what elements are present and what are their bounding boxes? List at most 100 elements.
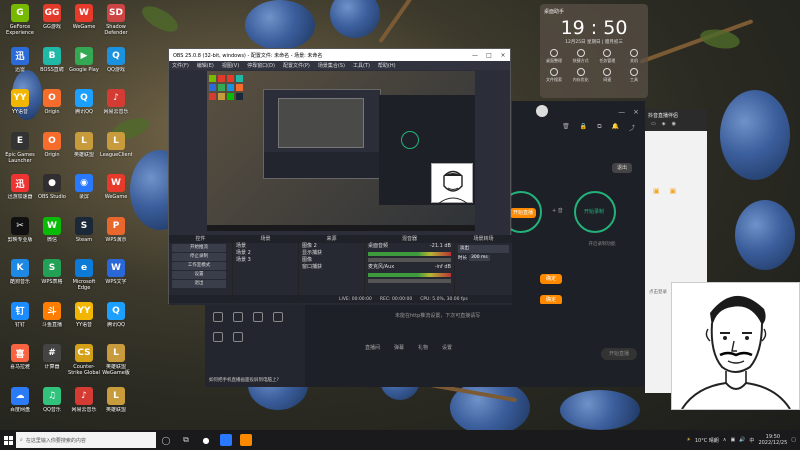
tab-icon[interactable]: ◉ [672,121,676,131]
desktop-icon[interactable]: 迅迅游加速器 [4,174,36,206]
widget-cell[interactable]: 任务管理 [597,49,617,64]
bottom-item[interactable]: 直播间 [365,344,380,351]
close-icon[interactable]: × [633,108,639,116]
desktop-icon[interactable]: ▶ Google Play [68,46,100,79]
desktop-icon[interactable]: L 英雄联盟 WeGame版 [100,344,132,376]
obs-menu-item[interactable]: 文件(F) [172,62,189,69]
lock-icon[interactable]: 🔒 [580,123,587,137]
scene-item[interactable]: 场景 3 [233,257,298,264]
desktop-icon[interactable]: ☁ 百度网盘 [4,386,36,419]
widget-cell[interactable]: 快捷方式 [571,49,591,64]
bottom-item[interactable]: 设置 [442,344,452,351]
task-view-icon[interactable]: ⧉ [176,430,196,450]
desktop-icon[interactable]: Q 腾讯QQ [100,301,132,334]
desktop-icon[interactable]: S WPS表格 [36,259,68,291]
desktop-icon[interactable]: ♫ QQ音乐 [36,386,68,419]
scene-item[interactable]: 场景 [233,243,298,250]
desktop-icon[interactable]: ♪ 网易云音乐 [68,386,100,419]
desktop-icon[interactable]: ♪ 网易云音乐 [100,89,132,121]
desktop-icon[interactable]: ✂ 剪映专业版 [4,216,36,249]
widget-cell[interactable]: 文件搜索 [544,68,564,83]
desktop-icon[interactable]: O Origin [36,131,68,164]
desktop-icon[interactable]: K 酷狗音乐 [4,259,36,291]
widget-cell[interactable]: 网速 [597,68,617,83]
desktop-icon[interactable]: YY YY语音 [4,89,36,121]
volume-slider[interactable] [368,258,451,262]
clock-widget[interactable]: 桌面助手 19 : 50 12月25日 星期日 | 腊月初三 桌面整理 快捷方式… [540,4,648,98]
obs-menu-item[interactable]: 场景集合(S) [318,62,345,69]
source-item[interactable]: 窗口捕获 [299,264,364,271]
desktop-icon[interactable]: SD Shadow Defender [100,4,132,36]
panel-icon[interactable] [253,312,263,322]
obs-menu-item[interactable]: 工具(T) [353,62,370,69]
panel-icon[interactable] [213,312,223,322]
folder-icon[interactable]: ▣ [653,187,660,195]
source-item[interactable]: 显示捕获 [299,250,364,257]
obs-preview[interactable] [207,71,475,231]
weather-icon[interactable]: ☀ [686,437,690,443]
panel-icon[interactable] [213,332,223,342]
obs-menu-item[interactable]: 视图(V) [222,62,239,69]
studio-mode-button[interactable]: 工作室模式 [172,262,226,270]
desktop-icon[interactable]: S Steam [68,216,100,249]
desktop-icon[interactable]: Q QQ游戏 [100,46,132,79]
desktop-icon[interactable]: ◉ 录屏 [68,174,100,206]
desktop-icon[interactable]: L 英雄联盟 [100,386,132,419]
panel-icon[interactable] [273,312,283,322]
desktop-icon[interactable]: B BOSS直聘 [36,46,68,79]
desktop-icon[interactable]: L LeagueClient [100,131,132,164]
settings-button[interactable]: 设置 [172,271,226,279]
obs-menu-item[interactable]: 停靠窗口(D) [247,62,275,69]
live-app-taskbar-icon[interactable] [216,430,236,450]
notification-icon[interactable]: ▢ [791,437,796,443]
panel-icon[interactable] [233,312,243,322]
trash-icon[interactable]: 🗑 [562,123,570,137]
desktop-icon[interactable]: 钉钉钉 [4,301,36,334]
desktop-icon[interactable]: W WeGame [68,4,100,36]
close-icon[interactable]: × [496,52,510,59]
desktop-icon[interactable]: P WPS演示 [100,216,132,249]
source-item[interactable]: 图像 2 [299,243,364,250]
transition-select[interactable]: 淡出 [458,245,509,253]
desktop-icon[interactable]: W WPS文字 [100,259,132,291]
widget-cell[interactable]: 工具 [624,68,644,83]
task-view-icon[interactable]: ◯ [156,430,176,450]
widget-cell[interactable]: 桌面整理 [544,49,564,64]
source-item[interactable]: 图像 [299,257,364,264]
chevron-up-icon[interactable]: ∧ [723,437,727,443]
obs-menu-item[interactable]: 帮助(H) [378,62,396,69]
desktop-icon[interactable]: E Epic Games Launcher [4,131,36,164]
desktop-icon[interactable]: # 计算器 [36,344,68,376]
tab-icon[interactable]: ▭ [651,121,656,131]
desktop-icon[interactable]: GG GG游戏 [36,4,68,36]
start-button[interactable] [0,430,16,450]
exit-button[interactable]: 退出 [612,163,632,173]
start-live-button[interactable]: 开始直播 [510,208,536,218]
confirm-button[interactable]: 确定 [540,274,562,284]
ime-indicator[interactable]: 中 [749,437,754,444]
panel-icon[interactable] [233,332,243,342]
stop-record-button[interactable]: 停止录制 [172,253,226,261]
folder-icon[interactable]: ▣ [670,187,677,195]
obs-menu-item[interactable]: 编辑(E) [197,62,214,69]
bell-icon[interactable]: 🔔 [612,123,619,137]
share-icon[interactable]: ⤴ [629,123,635,137]
desktop-icon[interactable]: 迅迅雷 [4,46,36,79]
desktop-icon[interactable]: 喜喜马拉雅 [4,344,36,376]
exit-button[interactable]: 退出 [172,280,226,288]
desktop-icon[interactable]: W 微信 [36,216,68,249]
desktop-icon[interactable]: e Microsoft Edge [68,259,100,291]
bottom-item[interactable]: 礼物 [418,344,428,351]
app-taskbar-icon[interactable] [236,430,256,450]
desktop-icon[interactable]: ● OBS Studio [36,174,68,206]
minimize-icon[interactable]: — [468,52,482,59]
widget-cell[interactable]: 关机 [624,49,644,64]
start-live-pill[interactable]: 开始直播 [601,348,637,360]
copy-icon[interactable]: ⧉ [597,123,601,137]
maximize-icon[interactable]: □ [482,52,496,59]
network-icon[interactable]: ▣ [730,437,735,443]
tab-icon[interactable]: ◈ [662,121,666,131]
volume-slider[interactable] [368,279,451,283]
desktop-icon[interactable]: L 英雄联盟 [68,131,100,164]
desktop-icon[interactable]: YY YY语音 [68,301,100,334]
